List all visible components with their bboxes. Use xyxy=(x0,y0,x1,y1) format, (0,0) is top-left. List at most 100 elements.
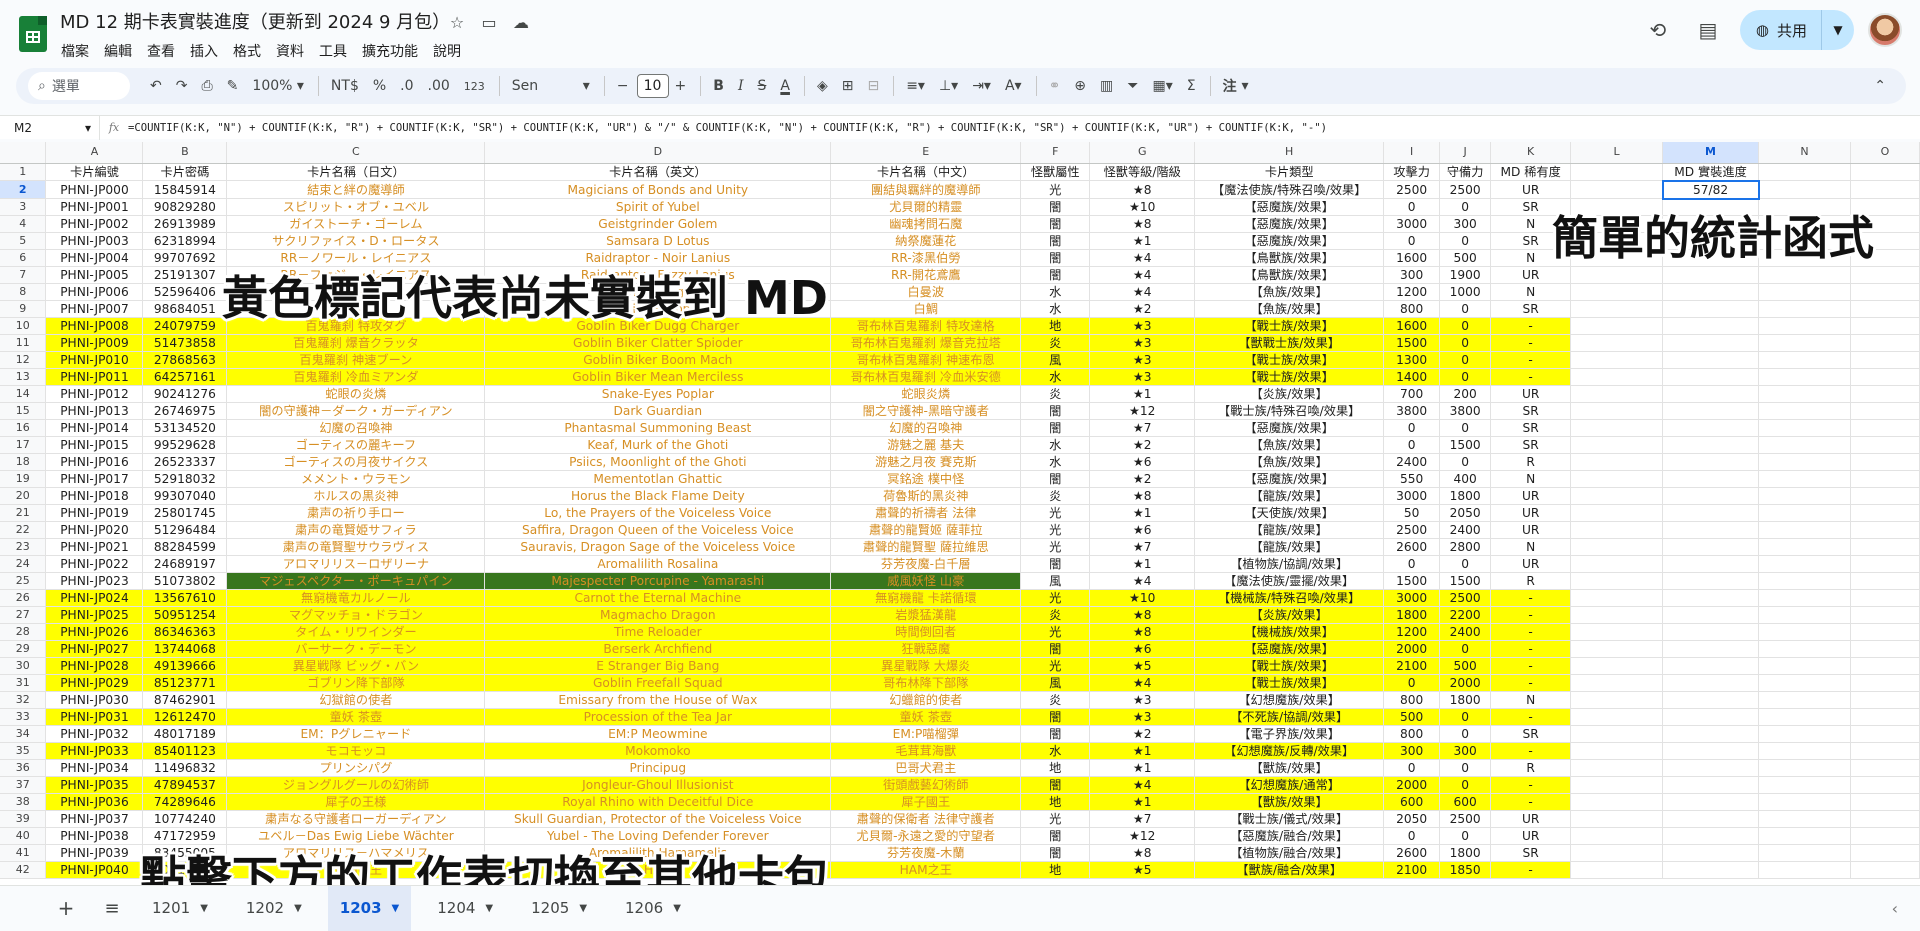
row-header[interactable]: 19 xyxy=(0,470,47,488)
cell[interactable]: N xyxy=(1490,691,1572,709)
cell[interactable]: 闇之守護神-黑暗守護者 xyxy=(830,402,1022,420)
menu-item[interactable]: 說明 xyxy=(432,39,469,63)
cell[interactable] xyxy=(1570,419,1664,437)
cell[interactable]: ★4 xyxy=(1089,266,1196,284)
cell[interactable] xyxy=(1662,691,1760,709)
cell[interactable] xyxy=(1850,334,1920,352)
cell[interactable]: 結束と絆の魔導師 xyxy=(226,180,486,199)
cell[interactable] xyxy=(1662,589,1760,607)
cell[interactable]: 光 xyxy=(1020,180,1091,199)
cell[interactable]: PHNI-JP031 xyxy=(45,708,144,726)
cell[interactable]: ★8 xyxy=(1089,623,1196,641)
cell[interactable]: 3800 xyxy=(1439,402,1492,420)
cell[interactable] xyxy=(1850,163,1920,181)
increase-decimal-button[interactable]: .00 xyxy=(422,72,456,100)
cell[interactable]: HAM之王 xyxy=(830,861,1022,879)
cell[interactable]: 肅聲的龍賢聖 薩拉維思 xyxy=(830,538,1022,556)
cell[interactable]: 【惡魔族/效果】 xyxy=(1194,215,1385,233)
cell[interactable]: 500 xyxy=(1383,708,1441,726)
cell[interactable]: 【植物族/融合/效果】 xyxy=(1194,844,1385,862)
share-dropdown-icon[interactable]: ▼ xyxy=(1822,23,1854,37)
cell[interactable] xyxy=(1570,572,1664,590)
row-header[interactable]: 35 xyxy=(0,742,47,760)
cell[interactable]: Saffira, Dragon Queen of the Voiceless V… xyxy=(484,521,832,539)
cell[interactable]: ★4 xyxy=(1089,776,1196,794)
currency-format-button[interactable]: NT$ xyxy=(325,72,365,100)
cell[interactable]: 闇 xyxy=(1020,249,1091,267)
cell[interactable]: ★8 xyxy=(1089,606,1196,624)
cell[interactable]: 87462901 xyxy=(142,691,228,709)
cell[interactable]: 1800 xyxy=(1383,606,1441,624)
cell[interactable]: 白曼波 xyxy=(830,283,1022,301)
row-header[interactable]: 6 xyxy=(0,249,47,267)
cell[interactable]: 闇 xyxy=(1020,266,1091,284)
cell[interactable] xyxy=(1850,742,1920,760)
cell[interactable]: 【戰士族/特殊召喚/效果】 xyxy=(1194,402,1385,420)
cell[interactable]: 犀子の王様 xyxy=(226,793,486,811)
cell[interactable]: 300 xyxy=(1383,742,1441,760)
share-button[interactable]: ◍ 共用 ▼ xyxy=(1739,10,1854,50)
cell[interactable]: 50 xyxy=(1383,504,1441,522)
cell[interactable]: 哥布林降下部隊 xyxy=(830,674,1022,692)
print-icon[interactable]: ⎙ xyxy=(195,72,218,100)
cell[interactable]: Magmacho Dragon xyxy=(484,606,832,624)
cell[interactable]: 86346363 xyxy=(142,623,228,641)
cell[interactable]: 2100 xyxy=(1383,657,1441,675)
cell[interactable]: 尤貝爾的精靈 xyxy=(830,198,1022,216)
cell[interactable]: - xyxy=(1490,793,1572,811)
cell[interactable]: PHNI-JP006 xyxy=(45,283,144,301)
cell[interactable]: Magicians of Bonds and Unity xyxy=(484,180,832,199)
cell[interactable]: ★1 xyxy=(1089,385,1196,403)
cell[interactable]: 0 xyxy=(1439,776,1492,794)
cell[interactable]: 3000 xyxy=(1383,487,1441,505)
cell[interactable]: ★6 xyxy=(1089,521,1196,539)
cell[interactable]: PHNI-JP038 xyxy=(45,827,144,845)
cell[interactable]: R xyxy=(1490,453,1572,471)
decrease-font-size-icon[interactable]: − xyxy=(611,72,635,100)
cell[interactable]: PHNI-JP022 xyxy=(45,555,144,573)
undo-icon[interactable]: ↶ xyxy=(144,72,168,100)
cell[interactable]: Goblin Freefall Squad xyxy=(484,674,832,692)
cell[interactable]: PHNI-JP009 xyxy=(45,334,144,352)
cell[interactable] xyxy=(1850,538,1920,556)
cell[interactable]: PHNI-JP010 xyxy=(45,351,144,369)
cell[interactable] xyxy=(1850,606,1920,624)
cell[interactable]: 0 xyxy=(1439,725,1492,743)
cell[interactable]: PHNI-JP019 xyxy=(45,504,144,522)
cell[interactable]: PHNI-JP033 xyxy=(45,742,144,760)
cell[interactable]: 【戰士族/效果】 xyxy=(1194,351,1385,369)
cell[interactable] xyxy=(1850,385,1920,403)
cell[interactable]: 0 xyxy=(1439,453,1492,471)
cell[interactable]: 【魔法使族/特殊召喚/效果】 xyxy=(1194,180,1385,199)
cell[interactable]: 【天使族/效果】 xyxy=(1194,504,1385,522)
cell[interactable]: ★2 xyxy=(1089,436,1196,454)
cell[interactable]: ★3 xyxy=(1089,334,1196,352)
cell[interactable]: 3800 xyxy=(1383,402,1441,420)
cell[interactable]: PHNI-JP037 xyxy=(45,810,144,828)
cell[interactable]: 0 xyxy=(1439,351,1492,369)
cell[interactable] xyxy=(1570,163,1664,181)
row-header[interactable]: 17 xyxy=(0,436,47,454)
cell[interactable]: 闇 xyxy=(1020,640,1091,658)
cell[interactable] xyxy=(1662,725,1760,743)
cell[interactable]: 納祭魔蓮花 xyxy=(830,232,1022,250)
cell[interactable] xyxy=(1662,674,1760,692)
cell[interactable]: ゴーティスの月夜サイクス xyxy=(226,453,486,471)
cell[interactable]: PHNI-JP034 xyxy=(45,759,144,777)
cell[interactable]: 1000 xyxy=(1439,283,1492,301)
cell[interactable]: 52596406 xyxy=(142,283,228,301)
row-header[interactable]: 31 xyxy=(0,674,47,692)
cell[interactable]: 哥布林百鬼羅刹 冷血米安德 xyxy=(830,368,1022,386)
cell[interactable]: PHNI-JP024 xyxy=(45,589,144,607)
cell[interactable] xyxy=(1758,827,1851,845)
cell[interactable]: 粛声の竜賢聖サウラヴィス xyxy=(226,538,486,556)
cell[interactable]: ★7 xyxy=(1089,419,1196,437)
cell[interactable]: 無窮機竜カルノール xyxy=(226,589,486,607)
cell[interactable]: PHNI-JP032 xyxy=(45,725,144,743)
cell[interactable]: 【幻想魔族/反轉/效果】 xyxy=(1194,742,1385,760)
cell[interactable] xyxy=(1758,266,1851,284)
column-header[interactable]: F xyxy=(1020,142,1091,164)
cell[interactable]: Principug xyxy=(484,759,832,777)
cell[interactable]: MD 實裝進度 xyxy=(1662,163,1760,181)
cell[interactable]: 99307040 xyxy=(142,487,228,505)
